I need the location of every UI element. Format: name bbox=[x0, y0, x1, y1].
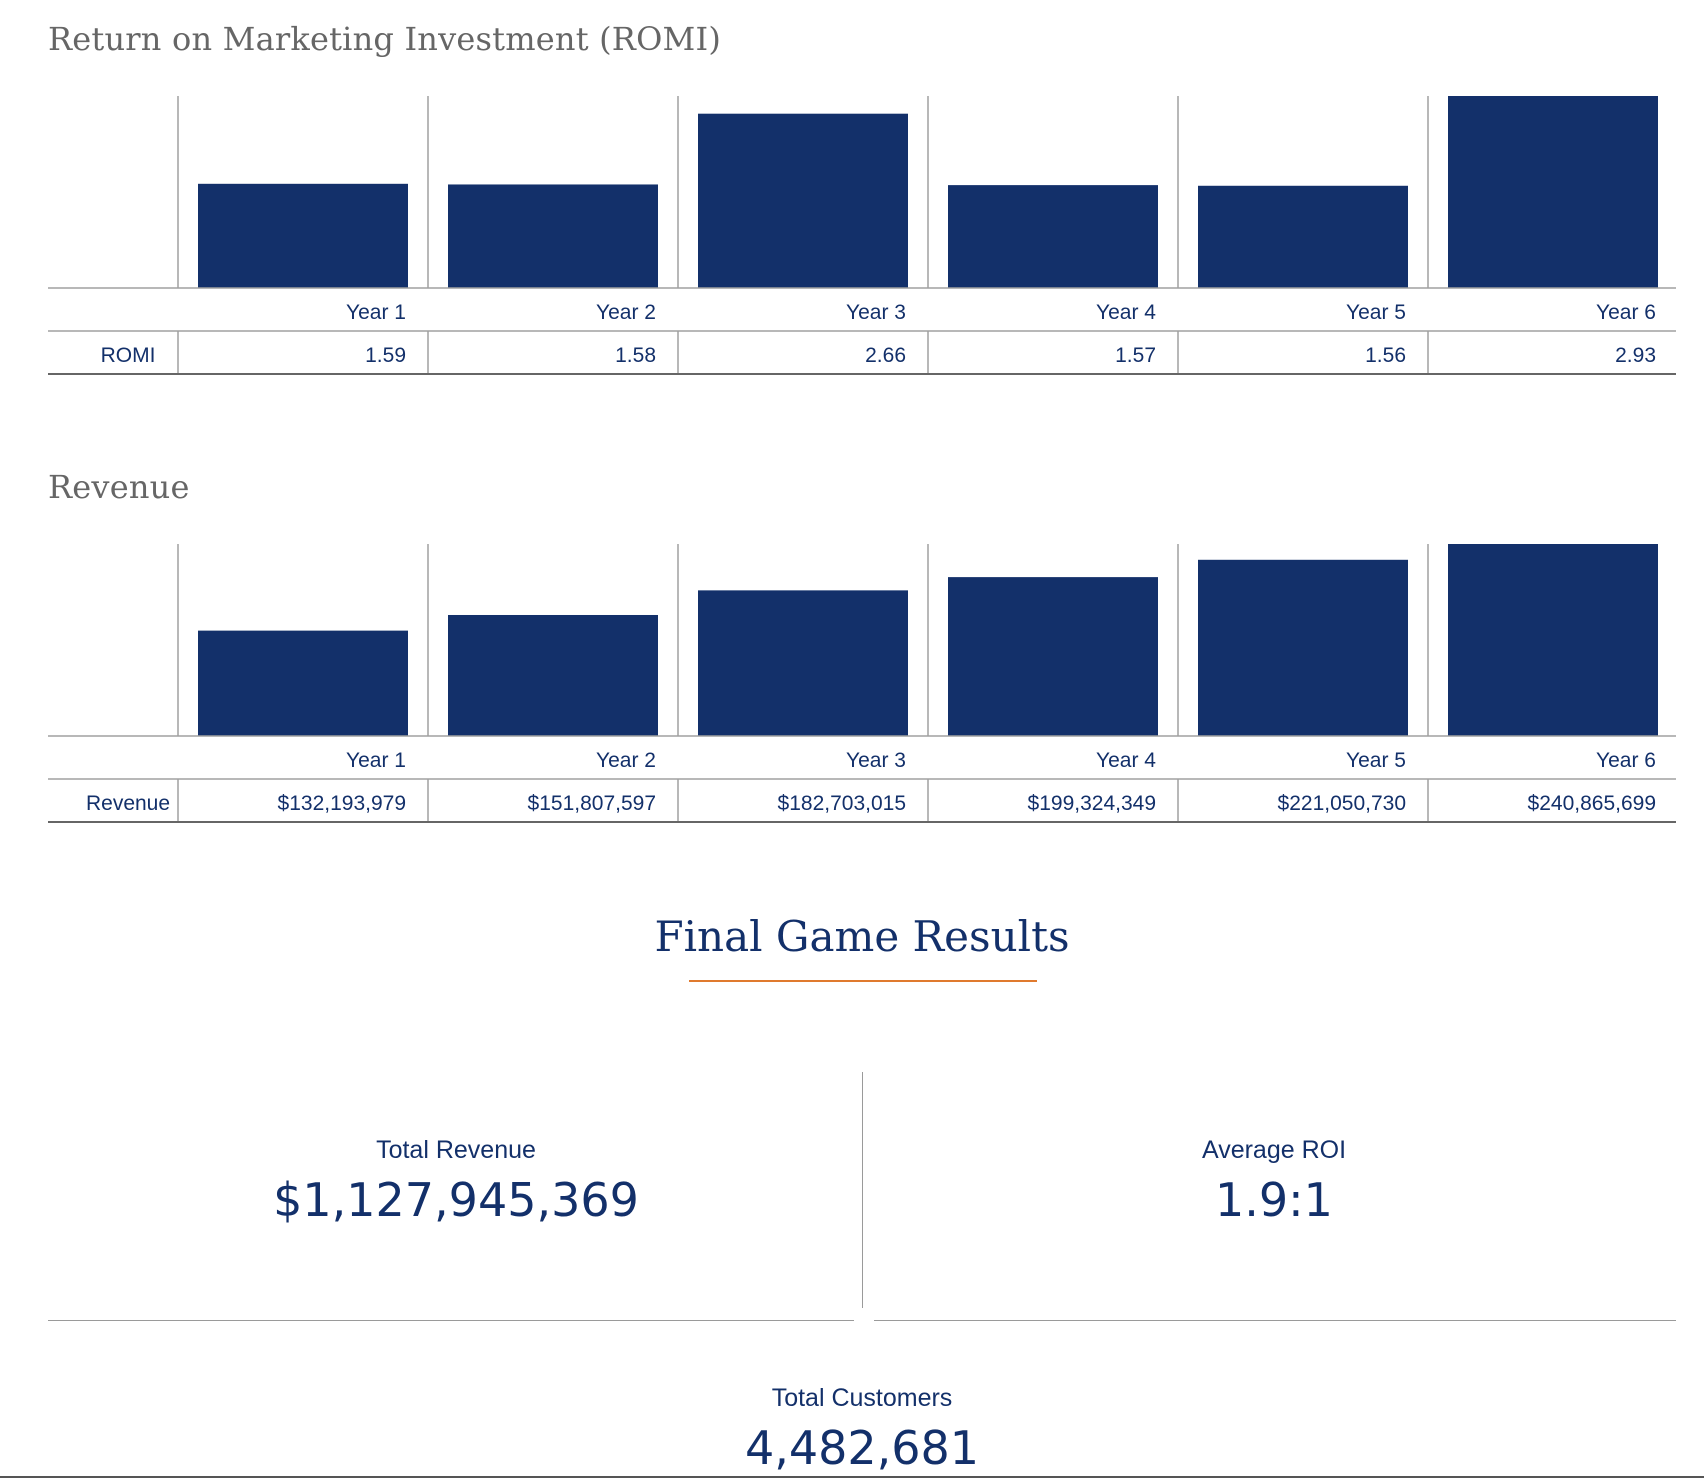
category-label-3: Year 3 bbox=[846, 301, 906, 324]
chart-svg: Year 1 Year 2 Year 3 Year 4 Year 5 Year 6 Reve… bbox=[48, 544, 1676, 823]
stats-separator-left bbox=[48, 1320, 854, 1321]
category-label-6: Year 6 bbox=[1596, 301, 1656, 324]
row-label: ROMI bbox=[101, 344, 156, 367]
bar-2 bbox=[448, 184, 658, 288]
value-label-4: $199,324,349 bbox=[1028, 792, 1156, 815]
bar-6 bbox=[1448, 544, 1658, 736]
bar-5 bbox=[1198, 559, 1408, 736]
category-label-4: Year 4 bbox=[1096, 749, 1156, 772]
category-label-1: Year 1 bbox=[346, 749, 406, 772]
bar-3 bbox=[698, 590, 908, 736]
bar-2 bbox=[448, 614, 658, 736]
value-label-6: $240,865,699 bbox=[1528, 792, 1656, 815]
bar-4 bbox=[948, 577, 1158, 736]
value-label-1: 1.59 bbox=[365, 344, 406, 367]
chart-svg: Year 1 Year 2 Year 3 Year 4 Year 5 Year 6 ROMI… bbox=[48, 96, 1676, 375]
bar-4 bbox=[948, 185, 1158, 288]
bar-6 bbox=[1448, 96, 1658, 288]
value-label-3: 2.66 bbox=[865, 344, 906, 367]
bar-3 bbox=[698, 113, 908, 288]
category-label-6: Year 6 bbox=[1596, 749, 1656, 772]
bar-1 bbox=[198, 183, 408, 288]
total-customers-stat: Total Customers 4,482,681 bbox=[48, 1384, 1676, 1475]
romi-section-title: Return on Marketing Investment (ROMI) bbox=[48, 20, 722, 58]
title-underline bbox=[689, 980, 1037, 982]
category-label-4: Year 4 bbox=[1096, 301, 1156, 324]
revenue-chart: Year 1 Year 2 Year 3 Year 4 Year 5 Year 6 Reve… bbox=[48, 544, 1676, 834]
value-label-5: $221,050,730 bbox=[1278, 792, 1406, 815]
row-label: Revenue bbox=[86, 792, 170, 815]
value-label-2: 1.58 bbox=[615, 344, 656, 367]
category-label-1: Year 1 bbox=[346, 301, 406, 324]
category-label-2: Year 2 bbox=[596, 749, 656, 772]
value-label-2: $151,807,597 bbox=[528, 792, 656, 815]
value-label-1: $132,193,979 bbox=[278, 792, 406, 815]
bar-5 bbox=[1198, 185, 1408, 288]
category-label-5: Year 5 bbox=[1346, 301, 1406, 324]
total-revenue-value: $1,127,945,369 bbox=[273, 1173, 639, 1227]
revenue-section-title: Revenue bbox=[48, 468, 190, 506]
average-roi-label: Average ROI bbox=[1201, 1136, 1347, 1164]
total-customers-value: 4,482,681 bbox=[744, 1421, 980, 1475]
romi-chart: Year 1 Year 2 Year 3 Year 4 Year 5 Year 6 ROMI… bbox=[48, 96, 1676, 386]
category-label-3: Year 3 bbox=[846, 749, 906, 772]
bar-1 bbox=[198, 630, 408, 736]
value-label-3: $182,703,015 bbox=[778, 792, 906, 815]
total-revenue-label: Total Revenue bbox=[376, 1136, 536, 1164]
value-label-5: 1.56 bbox=[1365, 344, 1406, 367]
average-roi-value: 1.9:1 bbox=[1215, 1173, 1333, 1227]
value-label-4: 1.57 bbox=[1115, 344, 1156, 367]
value-label-6: 2.93 bbox=[1615, 344, 1656, 367]
total-customers-label: Total Customers bbox=[771, 1384, 953, 1412]
stats-divider bbox=[862, 1072, 863, 1308]
category-label-5: Year 5 bbox=[1346, 749, 1406, 772]
stats-separator-right bbox=[874, 1320, 1676, 1321]
category-label-2: Year 2 bbox=[596, 301, 656, 324]
total-revenue-stat: Total Revenue $1,127,945,369 bbox=[48, 1136, 864, 1227]
average-roi-stat: Average ROI 1.9:1 bbox=[874, 1136, 1674, 1227]
final-results-title: Final Game Results bbox=[654, 912, 1070, 961]
